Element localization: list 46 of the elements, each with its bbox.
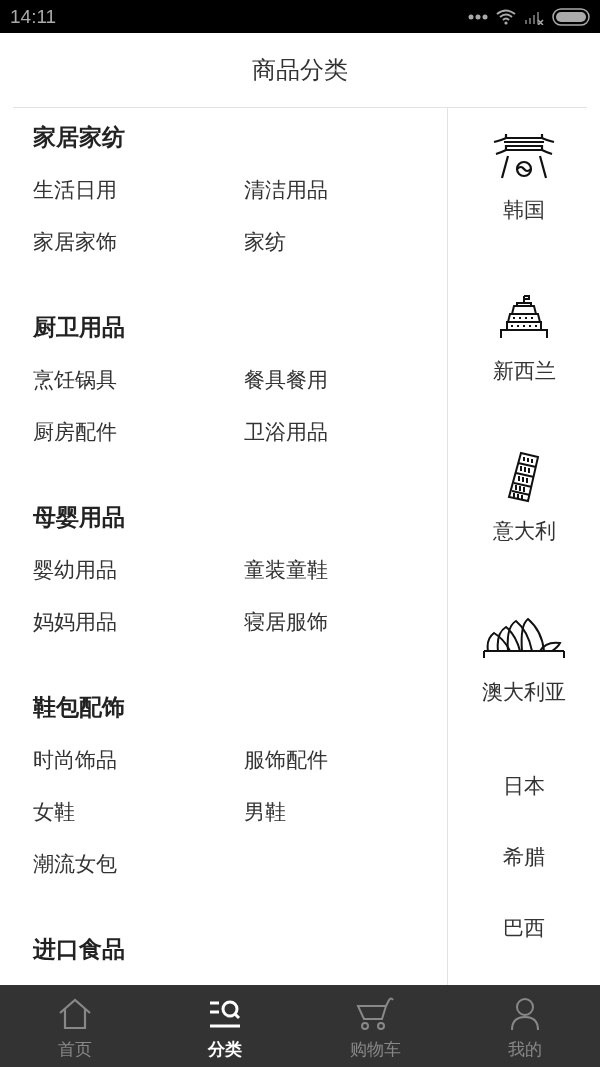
cart-icon (356, 997, 394, 1031)
country-link[interactable]: 巴西 (503, 914, 545, 943)
more-dots-icon (468, 13, 488, 20)
country-link[interactable]: 日本 (503, 772, 545, 801)
subcategory-link[interactable]: 妈妈用品 (33, 608, 117, 636)
subcategory-link[interactable]: 童装童鞋 (244, 556, 328, 584)
category-heading: 进口食品 (33, 935, 125, 964)
category-heading: 鞋包配饰 (33, 693, 125, 722)
country-link[interactable]: 韩国 (503, 196, 545, 224)
nav-tab[interactable]: 购物车 (300, 985, 450, 1067)
category-heading: 母婴用品 (33, 503, 125, 532)
leaning-tower-icon (507, 451, 541, 504)
nav-tab[interactable]: 首页 (0, 985, 150, 1067)
battery-icon (552, 7, 590, 26)
country-link[interactable]: 澳大利亚 (482, 677, 566, 706)
subcategory-link[interactable]: 家居家饰 (33, 228, 117, 256)
subcategory-link[interactable]: 潮流女包 (33, 850, 117, 878)
page-title: 商品分类 (252, 55, 348, 86)
nav-tab[interactable]: 我的 (450, 985, 600, 1067)
country-link[interactable]: 意大利 (492, 517, 556, 546)
category-heading: 厨卫用品 (33, 313, 125, 342)
category-search-icon (208, 999, 242, 1029)
nav-tab[interactable]: 分类 (150, 985, 300, 1067)
subcategory-link[interactable]: 女鞋 (33, 798, 75, 826)
wifi-icon (496, 8, 516, 25)
tower-icon (499, 293, 549, 340)
category-heading: 家居家纺 (33, 123, 125, 152)
subcategory-link[interactable]: 男鞋 (244, 798, 286, 826)
subcategory-link[interactable]: 生活日用 (33, 176, 117, 204)
subcategory-link[interactable]: 服饰配件 (244, 746, 328, 774)
subcategory-link[interactable]: 烹饪锅具 (33, 366, 117, 394)
subcategory-link[interactable]: 厨房配件 (33, 418, 117, 446)
subcategory-link[interactable]: 卫浴用品 (244, 418, 328, 446)
country-link[interactable]: 希腊 (503, 843, 545, 872)
country-link[interactable]: 新西兰 (492, 356, 556, 385)
gate-icon (492, 132, 556, 180)
subcategory-link[interactable]: 餐具餐用 (244, 366, 328, 394)
opera-house-icon (482, 616, 566, 659)
user-icon (510, 997, 540, 1031)
home-icon (58, 998, 92, 1030)
subcategory-link[interactable]: 婴幼用品 (33, 556, 117, 584)
subcategory-link[interactable]: 时尚饰品 (33, 746, 117, 774)
subcategory-link[interactable]: 寝居服饰 (244, 608, 328, 636)
status-time: 14:11 (10, 5, 57, 28)
subcategory-link[interactable]: 清洁用品 (244, 176, 328, 204)
subcategory-link[interactable]: 家纺 (244, 228, 286, 256)
